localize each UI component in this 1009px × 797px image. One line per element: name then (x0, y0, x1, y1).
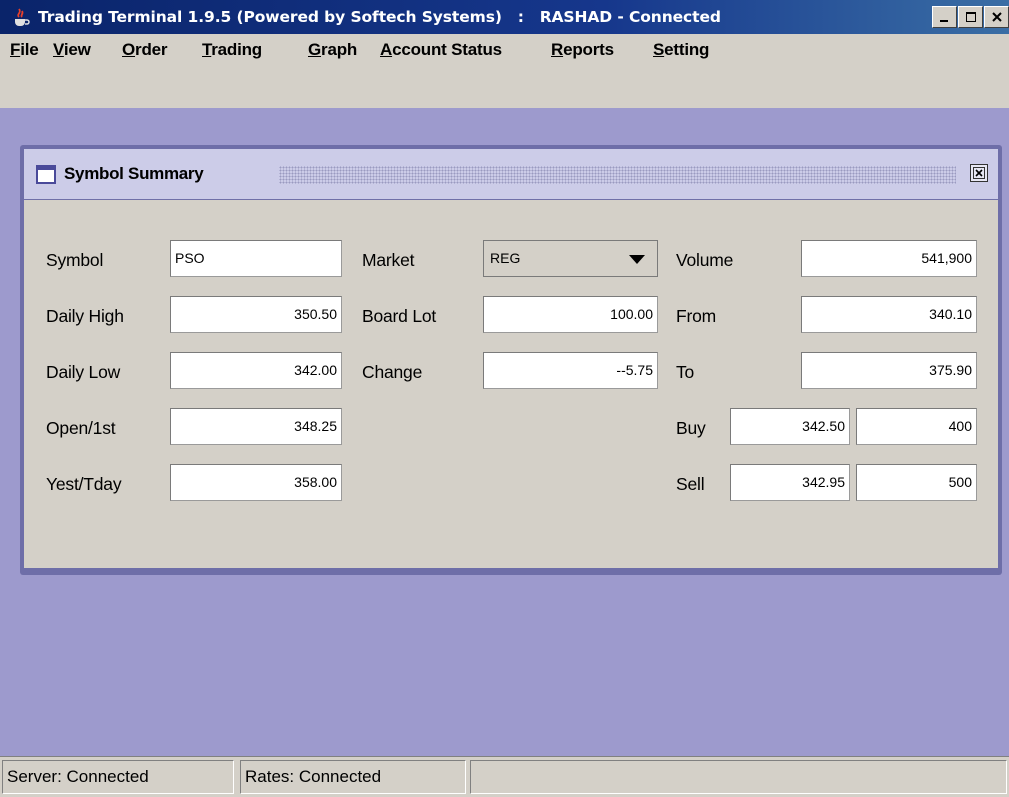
maximize-icon (965, 12, 976, 22)
status-bar: Server: Connected Rates: Connected (0, 756, 1009, 797)
from-field: 340.10 (801, 296, 977, 333)
symbol-summary-title: Symbol Summary (64, 164, 204, 183)
java-cup-icon (15, 8, 30, 26)
sell-qty-field: 500 (856, 464, 977, 501)
menu-trading[interactable]: Trading (202, 40, 262, 60)
daily-low-field: 342.00 (170, 352, 342, 389)
yest-label: Yest/Tday (46, 474, 122, 494)
daily-high-label: Daily High (46, 306, 124, 326)
menu-bar: File View Order Trading Graph Account St… (0, 34, 1009, 108)
change-field: --5.75 (483, 352, 658, 389)
from-label: From (676, 306, 717, 326)
market-value: REG (490, 250, 521, 266)
menu-reports[interactable]: Reports (551, 40, 614, 60)
rates-status: Rates: Connected (240, 760, 466, 794)
symbol-summary-title-bar[interactable]: Symbol Summary (24, 149, 998, 200)
buy-price-field: 342.50 (730, 408, 850, 445)
menu-view[interactable]: View (53, 40, 91, 60)
market-label: Market (362, 250, 415, 270)
volume-field: 541,900 (801, 240, 977, 277)
change-label: Change (362, 362, 423, 382)
sell-price-field: 342.95 (730, 464, 850, 501)
maximize-button[interactable] (958, 6, 983, 28)
menu-account-status[interactable]: Account Status (380, 40, 502, 60)
menu-setting[interactable]: Setting (653, 40, 709, 60)
open-label: Open/1st (46, 418, 116, 438)
minimize-icon (939, 20, 948, 22)
market-dropdown[interactable]: REG (483, 240, 658, 277)
open-field: 348.25 (170, 408, 342, 445)
menu-graph[interactable]: Graph (308, 40, 357, 60)
menu-file[interactable]: File (10, 40, 39, 60)
to-field: 375.90 (801, 352, 977, 389)
menu-order[interactable]: Order (122, 40, 168, 60)
daily-high-field: 350.50 (170, 296, 342, 333)
buy-qty-field: 400 (856, 408, 977, 445)
frame-close-button[interactable] (970, 164, 988, 182)
to-label: To (676, 362, 695, 382)
symbol-input[interactable]: PSO (170, 240, 342, 277)
close-icon (973, 167, 985, 179)
symbol-summary-window: Symbol Summary Symbol PSO Market REG Vol… (20, 145, 1002, 575)
buy-label: Buy (676, 418, 706, 438)
daily-low-label: Daily Low (46, 362, 121, 382)
close-icon (991, 12, 1002, 22)
close-button[interactable] (984, 6, 1009, 28)
symbol-label: Symbol (46, 250, 104, 270)
window-title-bar[interactable]: Trading Terminal 1.9.5 (Powered by Softe… (0, 0, 1009, 34)
minimize-button[interactable] (932, 6, 957, 28)
board-lot-label: Board Lot (362, 306, 437, 326)
volume-label: Volume (676, 250, 734, 270)
sell-label: Sell (676, 474, 705, 494)
status-empty-cell (470, 760, 1007, 794)
title-bar-grip (279, 166, 956, 184)
board-lot-field: 100.00 (483, 296, 658, 333)
symbol-summary-body: Symbol PSO Market REG Volume 541,900 Dai… (24, 200, 998, 568)
yest-field: 358.00 (170, 464, 342, 501)
window-title: Trading Terminal 1.9.5 (Powered by Softe… (38, 8, 721, 26)
chevron-down-icon (629, 255, 645, 264)
server-status: Server: Connected (2, 760, 234, 794)
window-icon (36, 164, 56, 184)
